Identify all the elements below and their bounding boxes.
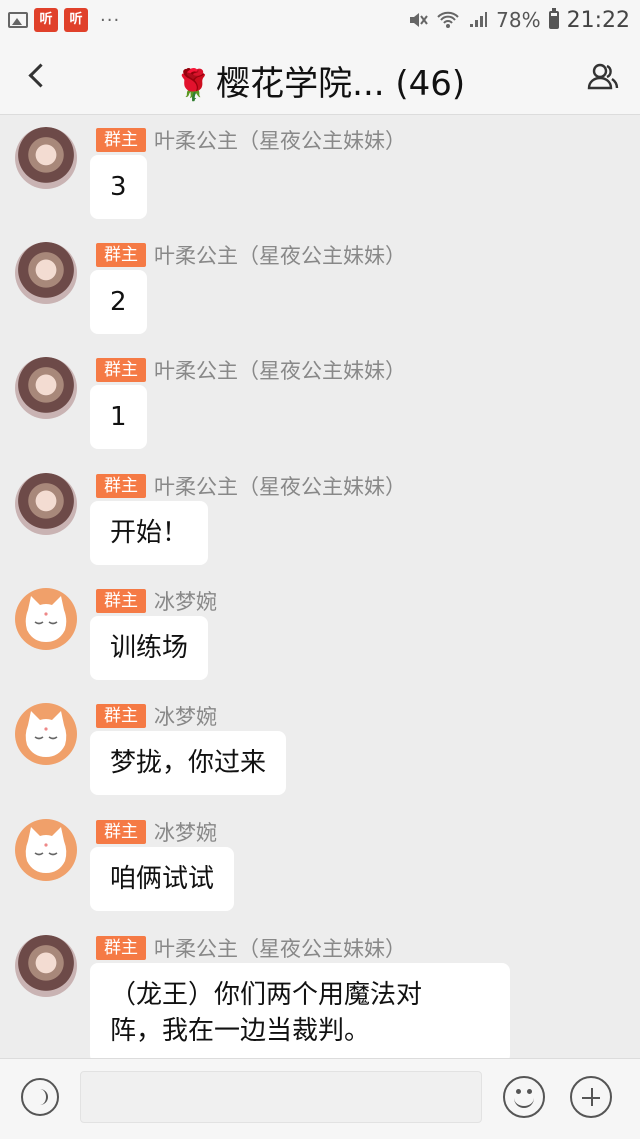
cat-face-icon: [25, 596, 67, 642]
owner-badge: 群主: [96, 358, 146, 382]
message-list[interactable]: 群主 叶柔公主（星夜公主妹妹） 3 群主 叶柔公主（星夜公主妹妹） 2 群主 叶…: [0, 115, 640, 1058]
sender-name: 冰梦婉: [154, 705, 217, 729]
owner-badge: 群主: [96, 474, 146, 498]
voice-button[interactable]: [21, 1078, 59, 1116]
message-bubble[interactable]: 梦拢，你过来: [90, 731, 287, 795]
girl-avatar[interactable]: [15, 357, 77, 419]
message-line: 阵，我在一边当裁判。: [110, 1016, 371, 1046]
battery-percent: 78%: [496, 8, 541, 32]
girl-avatar[interactable]: [15, 242, 77, 304]
message-meta: 群主 冰梦婉: [96, 703, 217, 729]
sender-name: 冰梦婉: [154, 821, 217, 845]
message-bubble[interactable]: 咱俩试试: [90, 847, 235, 911]
emoji-icon-mouth: [514, 1096, 534, 1108]
girl-avatar[interactable]: [15, 473, 77, 535]
chat-header: 🌹 樱花学院... (46): [0, 40, 640, 115]
status-bar: 听 听 ··· 78% 21:22: [0, 0, 640, 40]
message-meta: 群主 叶柔公主（星夜公主妹妹）: [96, 357, 406, 383]
members-icon: [587, 63, 619, 90]
app-badge-icon: 听: [64, 8, 88, 32]
battery-icon: [548, 8, 559, 29]
mute-icon: [410, 13, 428, 27]
sender-name: 冰梦婉: [154, 590, 217, 614]
clock: 21:22: [566, 7, 630, 33]
owner-badge: 群主: [96, 128, 146, 152]
owner-badge: 群主: [96, 704, 146, 728]
message-meta: 群主 冰梦婉: [96, 819, 217, 845]
app-badge-icon: 听: [34, 8, 58, 32]
message-meta: 群主 叶柔公主（星夜公主妹妹）: [96, 242, 406, 268]
owner-badge: 群主: [96, 589, 146, 613]
wifi-icon: [437, 11, 459, 28]
image-icon: [8, 12, 28, 28]
owner-badge: 群主: [96, 820, 146, 844]
cat-avatar[interactable]: [15, 819, 77, 881]
owner-badge: 群主: [96, 243, 146, 267]
message-meta: 群主 叶柔公主（星夜公主妹妹）: [96, 127, 406, 153]
cat-avatar[interactable]: [15, 703, 77, 765]
plus-button[interactable]: [570, 1076, 612, 1118]
signal-icon: [470, 12, 488, 27]
more-notifications: ···: [100, 9, 121, 31]
girl-avatar[interactable]: [15, 127, 77, 189]
message-bubble[interactable]: 开始！: [90, 501, 209, 565]
sender-name: 叶柔公主（星夜公主妹妹）: [154, 129, 406, 153]
chat-title: 🌹 樱花学院... (46): [0, 56, 640, 105]
message-bubble[interactable]: 训练场: [90, 616, 209, 680]
rose-icon: 🌹: [174, 68, 213, 103]
message-bubble[interactable]: 2: [90, 270, 147, 334]
message-bubble[interactable]: 1: [90, 385, 147, 449]
message-input[interactable]: [80, 1071, 482, 1123]
owner-badge: 群主: [96, 936, 146, 960]
message-meta: 群主 叶柔公主（星夜公主妹妹）: [96, 473, 406, 499]
sender-name: 叶柔公主（星夜公主妹妹）: [154, 359, 406, 383]
sender-name: 叶柔公主（星夜公主妹妹）: [154, 475, 406, 499]
emoji-button[interactable]: [503, 1076, 545, 1118]
emoji-icon: [516, 1089, 521, 1094]
voice-icon: [36, 1089, 48, 1105]
cat-face-icon: [25, 827, 67, 873]
members-button[interactable]: [586, 60, 620, 94]
sender-name: 叶柔公主（星夜公主妹妹）: [154, 244, 406, 268]
emoji-icon-eye: [527, 1089, 532, 1094]
sender-name: 叶柔公主（星夜公主妹妹）: [154, 937, 406, 961]
group-name: 樱花学院... (46): [216, 64, 466, 104]
input-bar: [0, 1058, 640, 1139]
cat-avatar[interactable]: [15, 588, 77, 650]
message-meta: 群主 叶柔公主（星夜公主妹妹）: [96, 935, 406, 961]
message-meta: 群主 冰梦婉: [96, 588, 217, 614]
message-bubble[interactable]: （龙王）你们两个用魔法对 阵，我在一边当裁判。: [90, 963, 510, 1058]
message-bubble[interactable]: 3: [90, 155, 147, 219]
girl-avatar[interactable]: [15, 935, 77, 997]
cat-face-icon: [25, 711, 67, 757]
message-line: （龙王）你们两个用魔法对: [110, 980, 423, 1010]
